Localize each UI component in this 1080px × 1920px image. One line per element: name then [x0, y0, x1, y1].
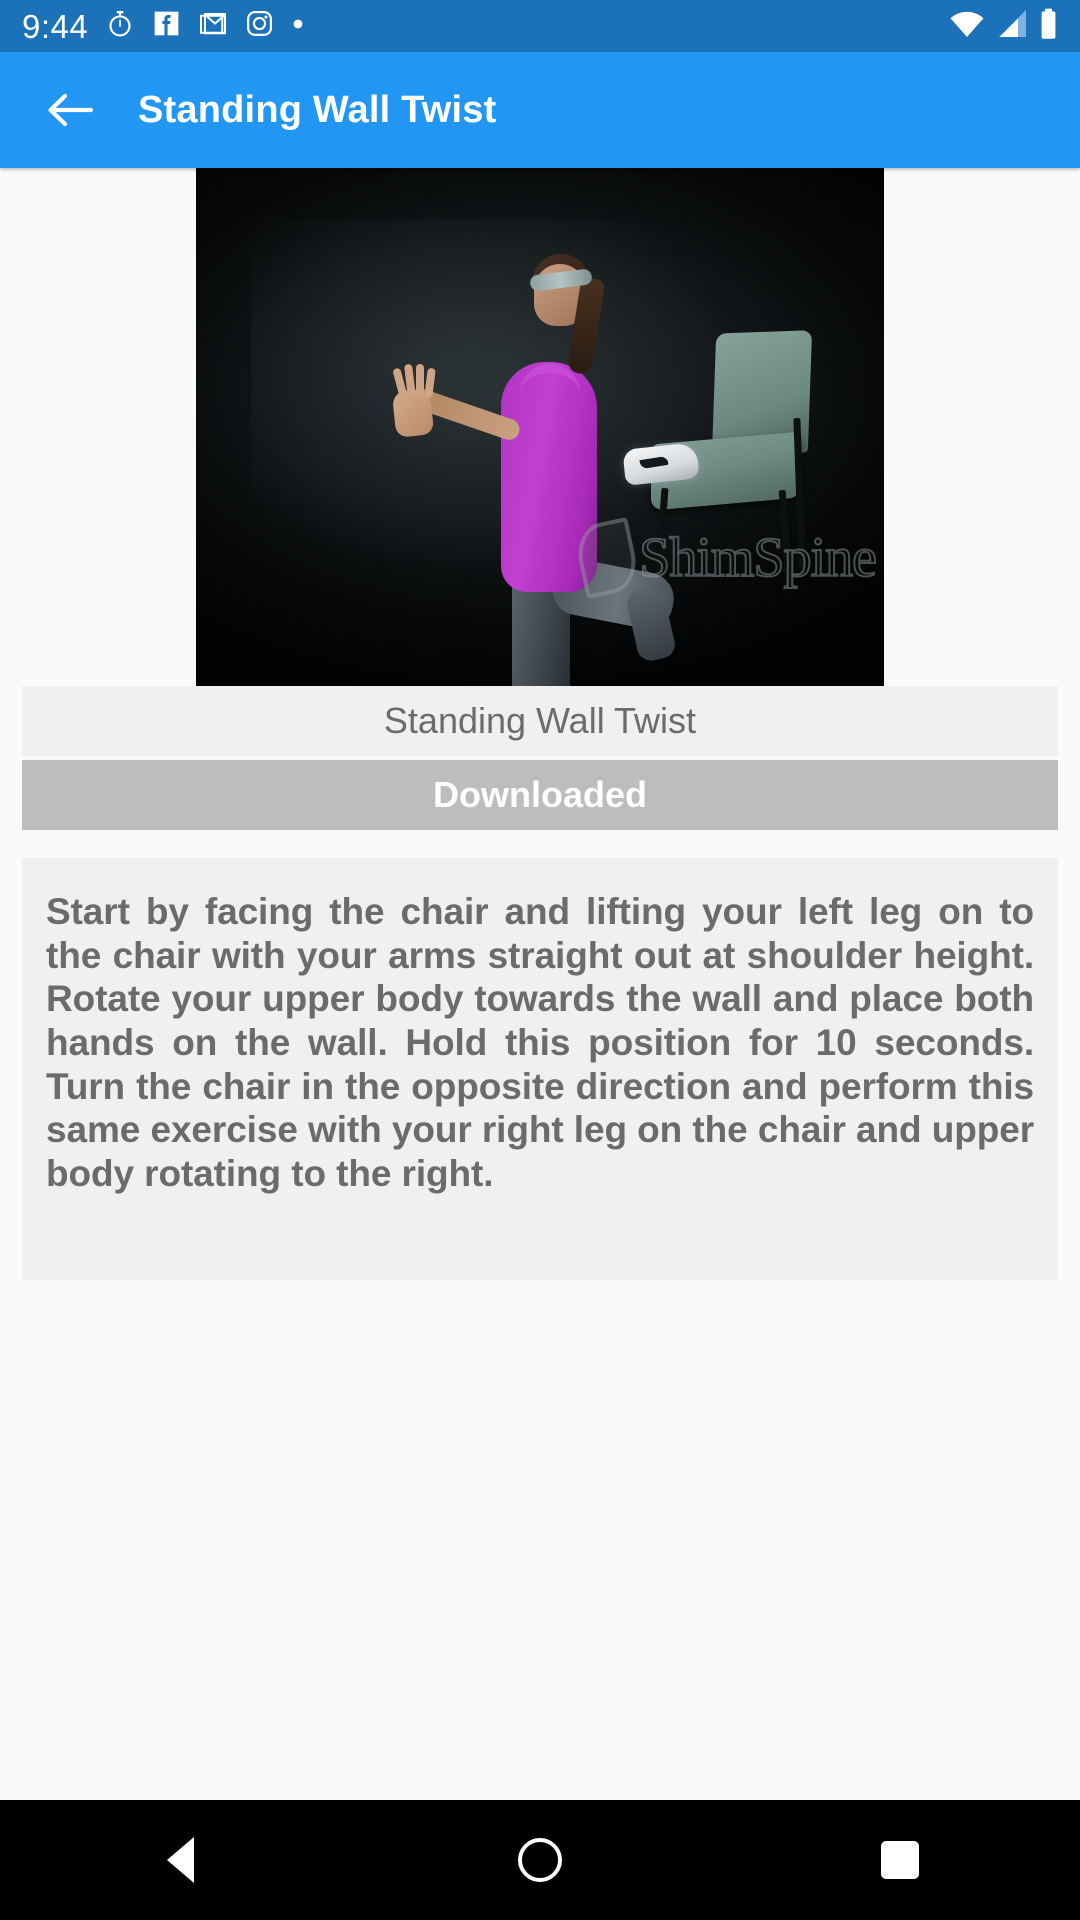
- download-button[interactable]: Downloaded: [22, 760, 1058, 830]
- app-root: 9:44 Standing Wall Twist Standing Wall T…: [0, 0, 1080, 1920]
- exercise-description-text: Start by facing the chair and lifting yo…: [46, 891, 1034, 1194]
- back-arrow-icon: [48, 93, 94, 127]
- status-bar-left-group: 9:44: [22, 9, 305, 44]
- nav-back-button[interactable]: [110, 1800, 250, 1920]
- facebook-icon: [152, 9, 181, 43]
- app-bar: Standing Wall Twist: [0, 52, 1080, 168]
- exercise-media-wrapper: ShimSpine: [0, 168, 1080, 686]
- exercise-image[interactable]: ShimSpine: [196, 168, 884, 686]
- exercise-caption-row: Standing Wall Twist: [22, 686, 1058, 756]
- person-finger: [416, 364, 424, 398]
- page-title: Standing Wall Twist: [138, 88, 497, 131]
- instagram-icon: [245, 9, 274, 43]
- nav-home-button[interactable]: [470, 1800, 610, 1920]
- download-button-label: Downloaded: [433, 774, 647, 815]
- back-button[interactable]: [38, 78, 102, 142]
- cellular-signal-icon: [996, 9, 1028, 44]
- nav-recents-square-icon: [881, 1841, 919, 1879]
- status-bar: 9:44: [0, 0, 1080, 52]
- nav-back-triangle-icon: [166, 1837, 194, 1883]
- system-navigation-bar: [0, 1800, 1080, 1920]
- wifi-icon: [949, 9, 985, 44]
- content-scroll-area: ShimSpine Standing Wall Twist Downloaded…: [0, 168, 1080, 1800]
- gmail-icon: [198, 9, 228, 44]
- nav-recents-button[interactable]: [830, 1800, 970, 1920]
- more-notifications-dot-icon: [291, 17, 305, 36]
- battery-icon: [1039, 8, 1058, 45]
- exercise-description-card: Start by facing the chair and lifting yo…: [22, 858, 1058, 1280]
- exercise-caption: Standing Wall Twist: [383, 700, 697, 741]
- photo-light-glow: [251, 219, 747, 583]
- tank-top-straps: [520, 364, 580, 416]
- stopwatch-icon: [105, 9, 135, 44]
- status-bar-clock: 9:44: [22, 7, 89, 45]
- nav-home-circle-icon: [518, 1838, 562, 1882]
- status-bar-right-group: [949, 8, 1058, 45]
